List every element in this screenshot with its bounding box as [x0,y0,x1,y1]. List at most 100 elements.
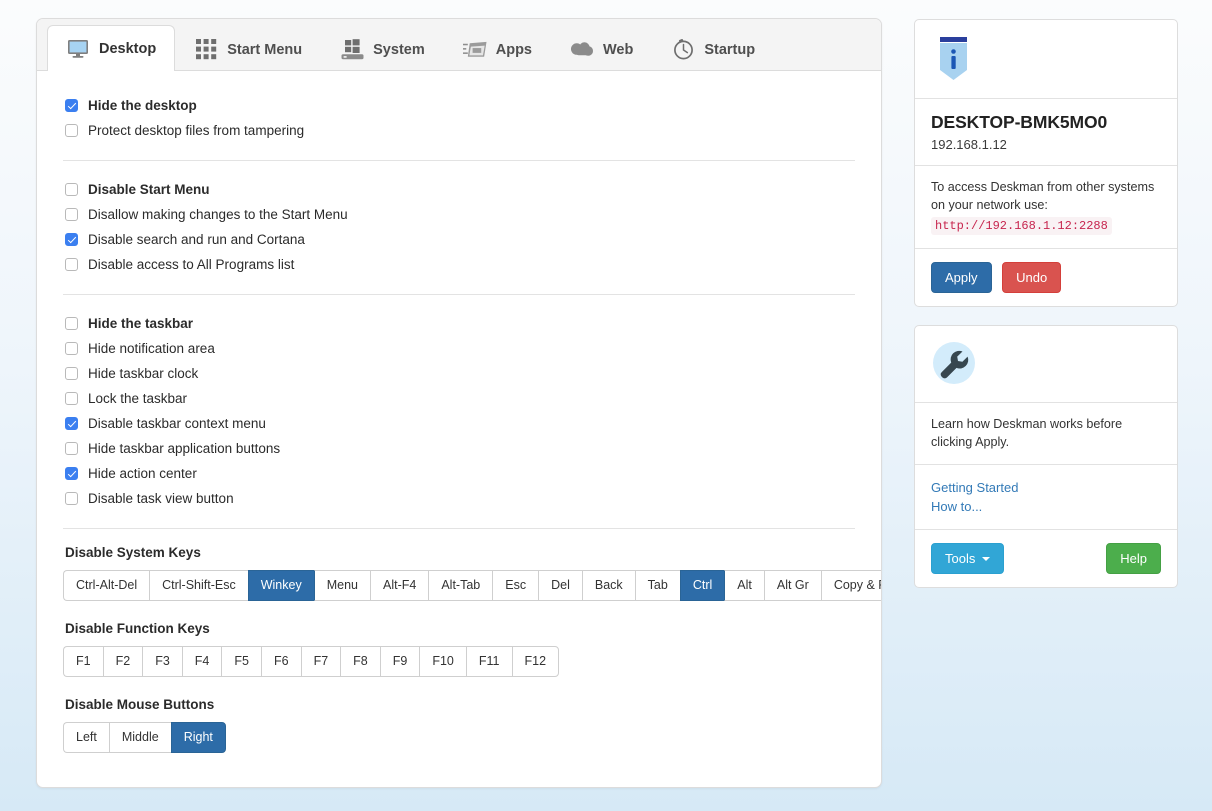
network-access-note: To access Deskman from other systems on … [931,179,1161,214]
checkbox-label: Hide action center [88,466,197,481]
section-title: Disable Mouse Buttons [65,697,855,712]
cloud-icon [570,39,594,61]
function-key-button-f7[interactable]: F7 [301,646,341,677]
key-button-alt-gr[interactable]: Alt Gr [764,570,821,601]
system-keys-button-group: Ctrl-Alt-Del Ctrl-Shift-Esc Winkey Menu … [63,570,855,601]
checkbox-row-disable-search-cortana[interactable]: Disable search and run and Cortana [65,227,855,252]
tab-web[interactable]: Web [551,27,652,71]
function-key-button-f5[interactable]: F5 [221,646,261,677]
checkbox-label: Hide the desktop [88,98,197,113]
taskbar-options-group: Hide the taskbar Hide notification area … [63,311,855,511]
tools-label: Tools [945,551,975,566]
function-key-button-f9[interactable]: F9 [380,646,420,677]
function-key-button-f8[interactable]: F8 [340,646,380,677]
checkbox-row-lock-the-taskbar[interactable]: Lock the taskbar [65,386,855,411]
mouse-buttons-section: Disable Mouse Buttons Left Middle Right [63,697,855,753]
checkbox-box[interactable] [65,367,78,380]
mouse-button-middle[interactable]: Middle [109,722,171,753]
checkbox-label: Disable task view button [88,491,234,506]
checkbox-row-disable-all-programs[interactable]: Disable access to All Programs list [65,252,855,277]
checkbox-row-disallow-start-menu-changes[interactable]: Disallow making changes to the Start Men… [65,202,855,227]
function-key-button-f1[interactable]: F1 [63,646,103,677]
checkbox-box[interactable] [65,417,78,430]
checkbox-label: Disable Start Menu [88,182,210,197]
key-button-alt-tab[interactable]: Alt-Tab [428,570,492,601]
tab-startup[interactable]: Startup [652,27,774,71]
tab-label: Start Menu [227,42,302,58]
checkbox-row-disable-task-view-button[interactable]: Disable task view button [65,486,855,511]
checkbox-label: Lock the taskbar [88,391,187,406]
key-button-alt[interactable]: Alt [724,570,764,601]
checkbox-row-hide-the-desktop[interactable]: Hide the desktop [65,93,855,118]
sidebar: DESKTOP-BMK5MO0 192.168.1.12 To access D… [914,18,1178,606]
checkbox-box[interactable] [65,208,78,221]
key-button-back[interactable]: Back [582,570,635,601]
function-key-button-f3[interactable]: F3 [142,646,182,677]
key-button-tab[interactable]: Tab [635,570,680,601]
section-divider [63,528,855,529]
checkbox-box[interactable] [65,99,78,112]
key-button-winkey[interactable]: Winkey [248,570,314,601]
checkbox-box[interactable] [65,233,78,246]
checkbox-box[interactable] [65,317,78,330]
section-title: Disable Function Keys [65,621,855,636]
key-button-esc[interactable]: Esc [492,570,538,601]
checkbox-row-disable-start-menu[interactable]: Disable Start Menu [65,177,855,202]
apply-button[interactable]: Apply [931,262,992,293]
tab-system[interactable]: System [321,27,444,71]
checkbox-box[interactable] [65,258,78,271]
mouse-button-right[interactable]: Right [171,722,226,753]
checkbox-label: Disable search and run and Cortana [88,232,305,247]
checkbox-box[interactable] [65,492,78,505]
checkbox-row-disable-taskbar-context-menu[interactable]: Disable taskbar context menu [65,411,855,436]
key-button-menu[interactable]: Menu [314,570,370,601]
tab-apps[interactable]: Apps [444,27,551,71]
mouse-button-left[interactable]: Left [63,722,109,753]
info-card-note-section: To access Deskman from other systems on … [915,165,1177,248]
tab-label: Desktop [99,41,156,57]
tab-label: Startup [704,42,755,58]
checkbox-box[interactable] [65,342,78,355]
tab-desktop[interactable]: Desktop [47,25,175,71]
checkbox-row-protect-desktop-files[interactable]: Protect desktop files from tampering [65,118,855,143]
function-keys-button-group: F1 F2 F3 F4 F5 F6 F7 F8 F9 F10 F11 F12 [63,646,855,677]
function-keys-section: Disable Function Keys F1 F2 F3 F4 F5 F6 … [63,621,855,677]
function-key-button-f2[interactable]: F2 [103,646,143,677]
function-key-button-f6[interactable]: F6 [261,646,301,677]
function-key-button-f10[interactable]: F10 [419,646,466,677]
tab-bar: Desktop Start Menu [37,19,881,71]
help-card-note-section: Learn how Deskman works before clicking … [915,402,1177,464]
key-button-ctrl-shift-esc[interactable]: Ctrl-Shift-Esc [149,570,248,601]
tools-dropdown-button[interactable]: Tools [931,543,1004,574]
tab-start-menu[interactable]: Start Menu [175,27,321,71]
help-card: Learn how Deskman works before clicking … [914,325,1178,588]
key-button-copy-paste[interactable]: Copy & Paste [821,570,882,601]
checkbox-box[interactable] [65,183,78,196]
checkbox-row-hide-the-taskbar[interactable]: Hide the taskbar [65,311,855,336]
deskman-url[interactable]: http://192.168.1.12:2288 [931,217,1112,235]
help-card-links-section: Getting Started How to... [915,464,1177,529]
checkbox-row-hide-taskbar-clock[interactable]: Hide taskbar clock [65,361,855,386]
how-to-link[interactable]: How to... [931,497,1161,516]
key-button-ctrl[interactable]: Ctrl [680,570,724,601]
function-key-button-f12[interactable]: F12 [512,646,560,677]
key-button-alt-f4[interactable]: Alt-F4 [370,570,428,601]
checkbox-box[interactable] [65,467,78,480]
help-button[interactable]: Help [1106,543,1161,574]
key-button-ctrl-alt-del[interactable]: Ctrl-Alt-Del [63,570,149,601]
getting-started-link[interactable]: Getting Started [931,478,1161,497]
checkbox-box[interactable] [65,124,78,137]
checkbox-row-hide-notification-area[interactable]: Hide notification area [65,336,855,361]
checkbox-row-hide-action-center[interactable]: Hide action center [65,461,855,486]
undo-button[interactable]: Undo [1002,262,1061,293]
grid-icon [194,39,218,61]
checkbox-label: Hide taskbar application buttons [88,441,280,456]
key-button-del[interactable]: Del [538,570,582,601]
checkbox-box[interactable] [65,442,78,455]
checkbox-box[interactable] [65,392,78,405]
function-key-button-f11[interactable]: F11 [466,646,512,677]
main-panel: Desktop Start Menu [36,18,882,788]
function-key-button-f4[interactable]: F4 [182,646,222,677]
mouse-buttons-button-group: Left Middle Right [63,722,855,753]
checkbox-row-hide-taskbar-app-buttons[interactable]: Hide taskbar application buttons [65,436,855,461]
